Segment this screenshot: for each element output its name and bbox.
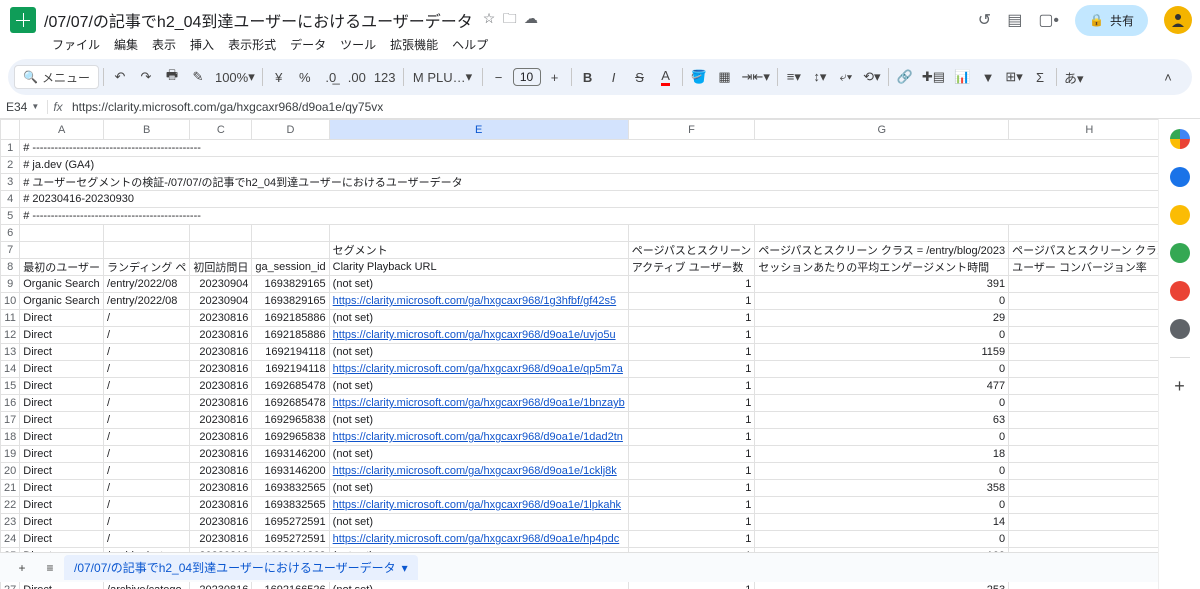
chevron-down-icon: ▼ (31, 102, 39, 111)
title-icons: ☆ 🗀 ☁ (479, 8, 538, 32)
tasks-icon[interactable] (1170, 205, 1190, 225)
rotate-button[interactable]: ⟲▾ (860, 65, 884, 89)
textcolor-button[interactable]: A (654, 65, 678, 89)
menu-edit[interactable]: 編集 (108, 34, 144, 55)
fontsize-inc[interactable]: + (543, 65, 567, 89)
search-icon: 🔍 (23, 70, 38, 84)
more-formats-button[interactable]: 123 (371, 65, 399, 89)
col-E[interactable]: E (329, 120, 628, 140)
merge-button[interactable]: ⇥⇤▾ (739, 65, 773, 89)
formula-bar: E34 ▼ fx (0, 95, 1200, 119)
sheets-logo[interactable] (10, 7, 36, 33)
menu-tools[interactable]: ツール (334, 34, 382, 55)
undo-button[interactable]: ↶ (108, 65, 132, 89)
add-addon-button[interactable]: + (1170, 376, 1190, 396)
menu-insert[interactable]: 挿入 (184, 34, 220, 55)
wrap-button[interactable]: ⤶▾ (834, 65, 858, 89)
italic-button[interactable]: I (602, 65, 626, 89)
redo-button[interactable]: ↷ (134, 65, 158, 89)
valign-button[interactable]: ↕▾ (808, 65, 832, 89)
add-sheet-button[interactable]: + (8, 556, 36, 580)
link-button[interactable]: 🔗 (893, 65, 917, 89)
lock-icon: 🔒 (1089, 13, 1104, 27)
account-avatar[interactable] (1164, 6, 1192, 34)
contacts-icon[interactable] (1170, 243, 1190, 263)
currency-button[interactable]: ¥ (267, 65, 291, 89)
column-header-row[interactable]: A B C D E F G H I J (1, 120, 1159, 140)
col-D[interactable]: D (252, 120, 329, 140)
fx-icon: fx (48, 100, 68, 114)
calendar-icon[interactable] (1170, 129, 1190, 149)
meet-icon[interactable]: ▢• (1038, 10, 1059, 30)
sheet-tab-label: /07/07/の記事でh2_04到達ユーザーにおけるユーザーデータ (74, 559, 396, 576)
functions-button[interactable]: Σ (1028, 65, 1052, 89)
formula-input[interactable] (68, 100, 1200, 114)
dec-increase-button[interactable]: .00 (345, 65, 369, 89)
search-menus-label: メニュー (42, 69, 90, 86)
filter-button[interactable]: ▼ (976, 65, 1000, 89)
paintformat-button[interactable]: ✎ (186, 65, 210, 89)
font-select[interactable]: M PLU… ▾ (408, 65, 478, 89)
menu-help[interactable]: ヘルプ (446, 34, 494, 55)
fillcolor-button[interactable]: 🪣 (687, 65, 711, 89)
strike-button[interactable]: S (628, 65, 652, 89)
comment-button[interactable]: ✚▤ (919, 65, 948, 89)
dec-decrease-button[interactable]: .0̲ (319, 65, 343, 89)
menu-extensions[interactable]: 拡張機能 (384, 34, 444, 55)
zoom-select[interactable]: 100% ▾ (212, 65, 258, 89)
share-button[interactable]: 🔒 共有 (1075, 5, 1148, 36)
menu-format[interactable]: 表示形式 (222, 34, 282, 55)
addon-icon[interactable] (1170, 319, 1190, 339)
menu-bar: ファイル 編集 表示 挿入 表示形式 データ ツール 拡張機能 ヘルプ (0, 34, 1200, 59)
col-C[interactable]: C (190, 120, 252, 140)
all-sheets-button[interactable]: ≡ (36, 556, 64, 580)
keep-icon[interactable] (1170, 167, 1190, 187)
toolbar: 🔍 メニュー ↶ ↷ 🖶 ✎ 100% ▾ ¥ % .0̲ .00 123 M … (8, 59, 1192, 95)
bold-button[interactable]: B (576, 65, 600, 89)
sheet-tab[interactable]: /07/07/の記事でh2_04到達ユーザーにおけるユーザーデータ ▾ (64, 555, 418, 580)
maps-icon[interactable] (1170, 281, 1190, 301)
spreadsheet-grid[interactable]: A B C D E F G H I J 1# -----------------… (0, 119, 1158, 589)
halign-button[interactable]: ≡▾ (782, 65, 806, 89)
col-H[interactable]: H (1009, 120, 1158, 140)
side-panel: + (1158, 119, 1200, 589)
cloud-icon[interactable]: ☁ (524, 10, 538, 26)
borders-button[interactable]: ▦ (713, 65, 737, 89)
chart-button[interactable]: 📊 (950, 65, 974, 89)
title-bar: /07/07/の記事でh2_04到達ユーザーにおけるユーザーデータ ☆ 🗀 ☁ … (0, 0, 1200, 34)
move-icon[interactable]: 🗀 (503, 10, 517, 26)
col-G[interactable]: G (755, 120, 1009, 140)
history-icon[interactable]: ↺ (978, 10, 991, 30)
share-label: 共有 (1110, 12, 1134, 29)
col-A[interactable]: A (20, 120, 104, 140)
print-button[interactable]: 🖶 (160, 65, 184, 89)
sheet-tab-bar: + ≡ /07/07/の記事でh2_04到達ユーザーにおけるユーザーデータ ▾ (0, 552, 1158, 582)
col-F[interactable]: F (628, 120, 755, 140)
collapse-toolbar-button[interactable]: ˄ (1156, 65, 1180, 89)
name-box-value: E34 (6, 100, 27, 114)
star-icon[interactable]: ☆ (483, 10, 496, 26)
document-title[interactable]: /07/07/の記事でh2_04到達ユーザーにおけるユーザーデータ (44, 8, 473, 32)
search-menus-button[interactable]: 🔍 メニュー (14, 65, 99, 89)
filterviews-button[interactable]: ⊞▾ (1002, 65, 1026, 89)
fontsize-input[interactable]: 10 (513, 68, 541, 86)
chevron-down-icon: ▾ (402, 561, 408, 575)
name-box[interactable]: E34 ▼ (0, 100, 48, 114)
ime-button[interactable]: あ▾ (1061, 65, 1087, 89)
fontsize-dec[interactable]: − (487, 65, 511, 89)
comments-icon[interactable]: ▤ (1007, 10, 1022, 30)
menu-view[interactable]: 表示 (146, 34, 182, 55)
col-B[interactable]: B (104, 120, 190, 140)
menu-file[interactable]: ファイル (46, 34, 106, 55)
menu-data[interactable]: データ (284, 34, 332, 55)
percent-button[interactable]: % (293, 65, 317, 89)
